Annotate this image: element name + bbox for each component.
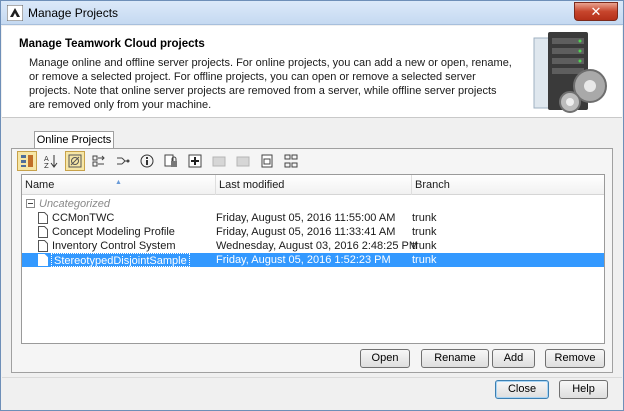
branch-compare-icon: [92, 155, 105, 167]
info-icon: [140, 154, 154, 168]
manage-projects-dialog: Manage Projects ✕ Manage Teamwork Cloud …: [0, 0, 624, 411]
document-open-button[interactable]: [257, 151, 277, 171]
open-button[interactable]: Open: [360, 349, 410, 368]
project-document-icon: [38, 226, 48, 238]
project-document-icon: [38, 240, 48, 252]
add-button[interactable]: Add: [492, 349, 535, 368]
rename-button[interactable]: Rename: [421, 349, 489, 368]
window-title: Manage Projects: [28, 6, 119, 20]
disabled-action-button-1[interactable]: [209, 151, 229, 171]
disabled-action-icon: [212, 156, 226, 167]
footer-separator: [2, 377, 622, 378]
group-by-category-icon: [21, 155, 33, 167]
add-category-icon: [188, 154, 202, 168]
column-label-last-modified: Last modified: [219, 179, 285, 191]
row-branch: trunk: [412, 254, 437, 266]
header-title: Manage Teamwork Cloud projects: [19, 38, 205, 50]
sort-az-icon: AZ: [44, 155, 58, 168]
branch-merge-button[interactable]: [113, 151, 133, 171]
row-branch: trunk: [412, 226, 437, 238]
project-document-icon: [38, 212, 48, 224]
filter-button[interactable]: [65, 151, 85, 171]
server-gears-icon: [533, 32, 607, 113]
dialog-header: Manage Teamwork Cloud projects Manage on…: [2, 26, 622, 118]
row-name: StereotypedDisjointSample: [51, 253, 190, 267]
row-modified: Friday, August 05, 2016 11:55:00 AM: [216, 212, 396, 224]
help-button[interactable]: Help: [559, 380, 608, 399]
add-category-button[interactable]: [185, 151, 205, 171]
header-description: Manage online and offline server project…: [29, 57, 512, 111]
document-open-icon: [261, 154, 273, 168]
svg-text:Z: Z: [44, 162, 49, 168]
project-lock-button[interactable]: [161, 151, 181, 171]
projects-toolbar: AZ: [17, 151, 607, 173]
collapse-toggle-icon[interactable]: [26, 199, 35, 208]
branch-merge-icon: [117, 157, 130, 165]
disabled-action-button-2[interactable]: [233, 151, 253, 171]
row-name: Inventory Control System: [52, 240, 176, 252]
column-label-branch: Branch: [415, 179, 450, 191]
table-row[interactable]: Concept Modeling Profile Friday, August …: [22, 225, 604, 239]
project-lock-icon: [164, 154, 177, 167]
row-branch: trunk: [412, 212, 437, 224]
filter-icon: [68, 154, 82, 168]
table-row[interactable]: CCMonTWC Friday, August 05, 2016 11:55:0…: [22, 211, 604, 225]
column-header-name[interactable]: Name ▲: [22, 175, 216, 195]
row-modified: Wednesday, August 03, 2016 2:48:25 PM: [216, 240, 419, 252]
group-by-category-button[interactable]: [17, 151, 37, 171]
row-name: Concept Modeling Profile: [52, 226, 175, 238]
tab-online-projects[interactable]: Online Projects: [34, 131, 114, 149]
table-row[interactable]: Inventory Control System Wednesday, Augu…: [22, 239, 604, 253]
sort-button[interactable]: AZ: [41, 151, 61, 171]
column-header-last-modified[interactable]: Last modified: [216, 175, 412, 195]
info-button[interactable]: [137, 151, 157, 171]
sort-ascending-icon: ▲: [115, 179, 122, 186]
table-header: Name ▲ Last modified Branch: [22, 175, 604, 195]
group-row-uncategorized[interactable]: Uncategorized: [22, 197, 604, 211]
table-row-selected[interactable]: StereotypedDisjointSample Friday, August…: [22, 253, 604, 267]
project-document-icon: [38, 254, 48, 266]
branch-compare-button[interactable]: [89, 151, 109, 171]
app-logo-icon: [7, 5, 23, 21]
projects-table[interactable]: Name ▲ Last modified Branch Uncategorize…: [21, 174, 605, 344]
row-name: CCMonTWC: [52, 212, 115, 224]
row-modified: Friday, August 05, 2016 1:52:23 PM: [216, 254, 391, 266]
hierarchy-button[interactable]: [281, 151, 301, 171]
online-projects-panel: AZ Name ▲ Last modified Branch Uncategor…: [11, 148, 613, 373]
group-label: Uncategorized: [39, 198, 110, 210]
column-header-branch[interactable]: Branch: [412, 175, 604, 195]
title-bar[interactable]: Manage Projects ✕: [1, 1, 623, 25]
hierarchy-icon: [284, 154, 298, 168]
column-label-name: Name: [25, 179, 55, 191]
row-modified: Friday, August 05, 2016 11:33:41 AM: [216, 226, 396, 238]
disabled-action-icon: [236, 156, 250, 167]
row-branch: trunk: [412, 240, 437, 252]
remove-button[interactable]: Remove: [545, 349, 605, 368]
window-close-button[interactable]: ✕: [574, 2, 618, 21]
close-button[interactable]: Close: [495, 380, 549, 399]
